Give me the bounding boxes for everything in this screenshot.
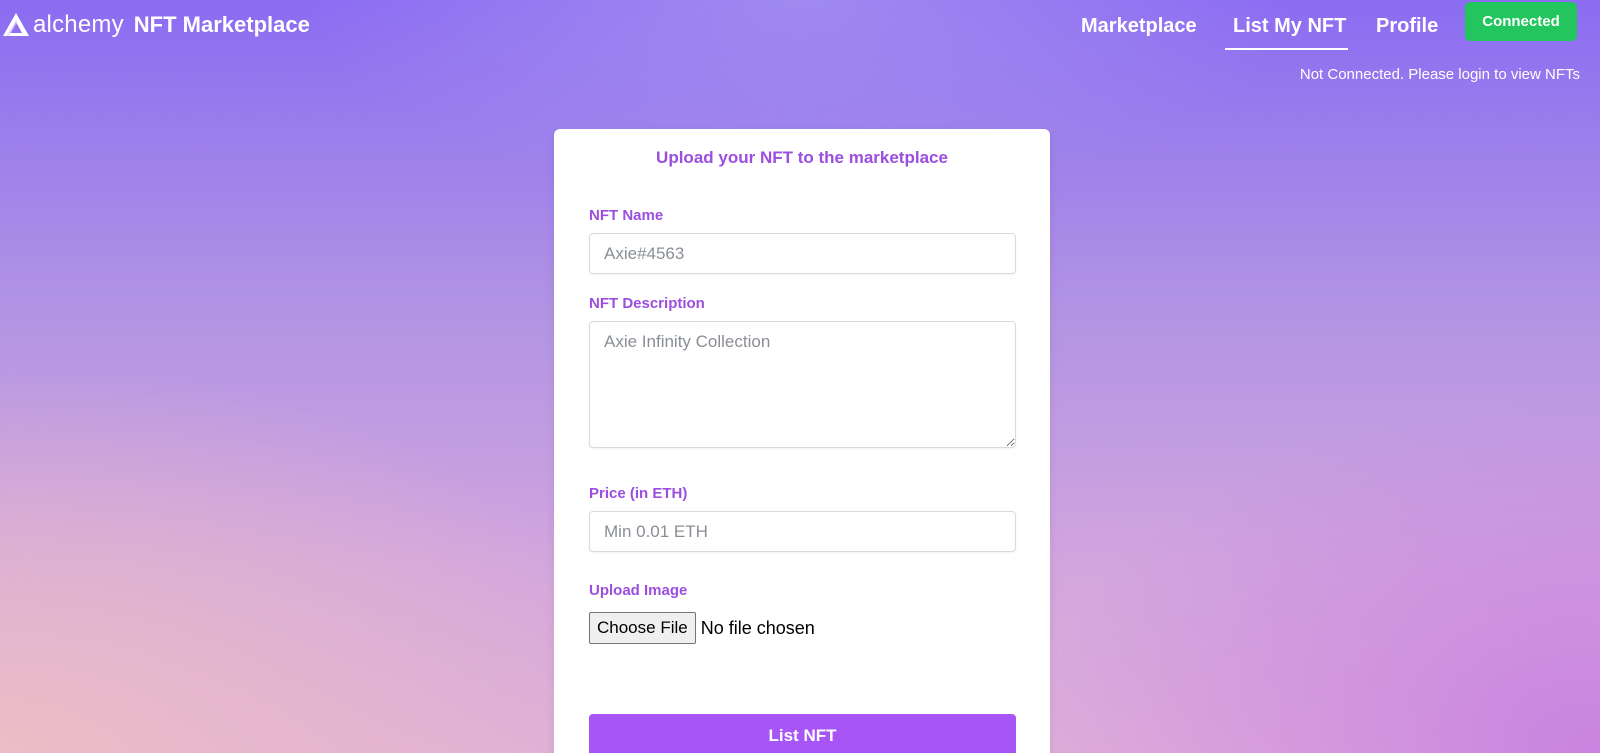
choose-file-button[interactable]: Choose File — [589, 612, 696, 644]
active-nav-underline — [1225, 48, 1348, 50]
upload-nft-form: Upload your NFT to the marketplace NFT N… — [554, 129, 1050, 753]
nft-description-label: NFT Description — [589, 295, 705, 312]
connection-status: Not Connected. Please login to view NFTs — [1299, 66, 1580, 83]
nav-profile[interactable]: Profile — [1376, 15, 1438, 38]
nav-links: Marketplace List My NFT Profile — [0, 12, 1600, 52]
nft-name-label: NFT Name — [589, 207, 664, 224]
upload-image-label: Upload Image — [589, 582, 688, 599]
nav-marketplace[interactable]: Marketplace — [1081, 15, 1197, 38]
file-status: No file chosen — [700, 617, 815, 638]
nav-list-my-nft[interactable]: List My NFT — [1233, 15, 1346, 38]
list-nft-button[interactable]: List NFT — [589, 714, 1016, 753]
nft-name-input[interactable] — [589, 233, 1016, 274]
file-picker: Choose File No file chosen — [589, 612, 815, 644]
form-title: Upload your NFT to the marketplace — [656, 148, 948, 167]
connect-wallet-button[interactable]: Connected — [1465, 2, 1577, 41]
nft-description-textarea[interactable] — [589, 321, 1016, 448]
navbar: alchemy NFT Marketplace Marketplace List… — [0, 0, 1600, 60]
price-label: Price (in ETH) — [589, 485, 688, 502]
price-input[interactable] — [589, 511, 1016, 552]
